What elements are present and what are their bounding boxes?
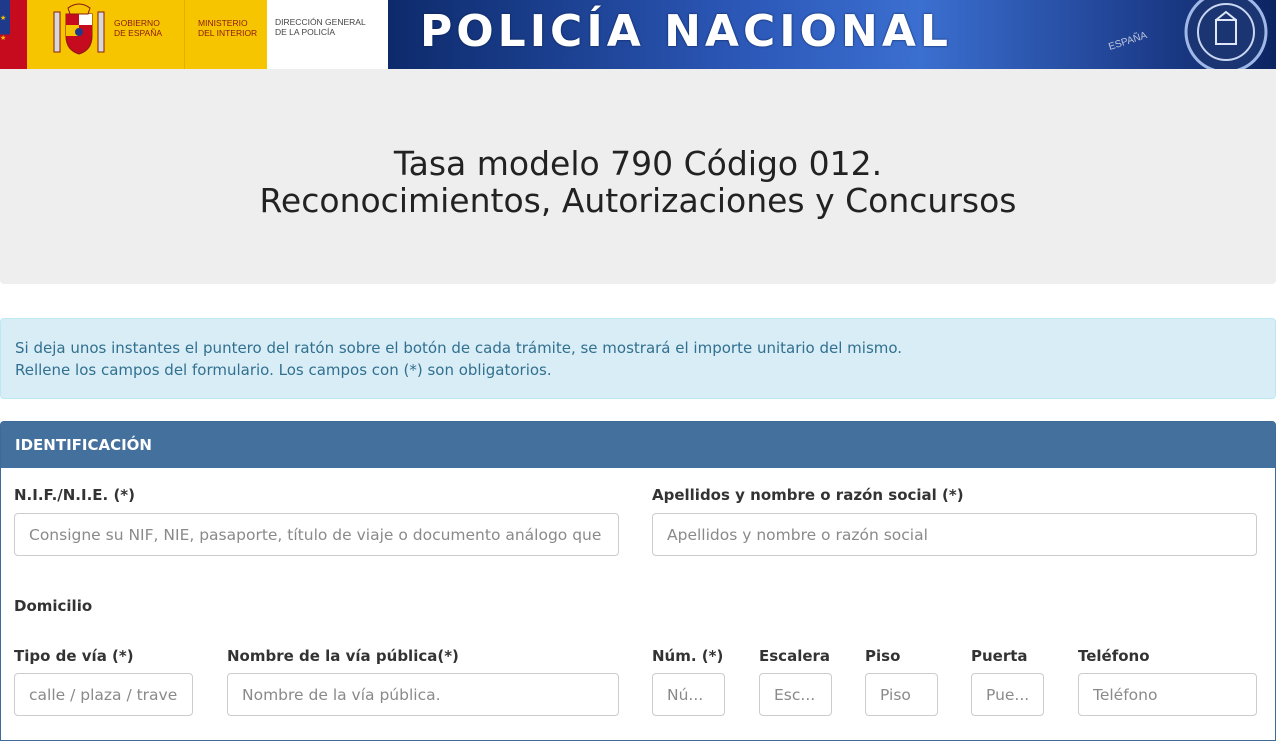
- puerta-label: Puerta: [971, 647, 1028, 665]
- info-alert: Si deja unos instantes el puntero del ra…: [0, 318, 1276, 399]
- ministerio-text: Ministerio del Interior: [198, 18, 257, 38]
- gobierno-line2: de España: [114, 28, 163, 38]
- dg-line2: de la Policía: [275, 27, 335, 37]
- puerta-input[interactable]: [971, 673, 1044, 716]
- identificacion-heading: IDENTIFICACIÓN: [1, 422, 1275, 468]
- badge-label: ESPAÑA: [1107, 30, 1149, 53]
- policia-nacional-title: POLICÍA NACIONAL: [420, 6, 952, 57]
- gobierno-text: Gobierno de España: [114, 18, 162, 38]
- nombre-label: Apellidos y nombre o razón social (*): [652, 486, 964, 504]
- ministerio-line2: del Interior: [198, 28, 258, 38]
- page-title-line1: Tasa modelo 790 Código 012.: [393, 144, 883, 183]
- direccion-general-text: Dirección General de la Policía: [275, 17, 366, 37]
- escalera-input[interactable]: [759, 673, 832, 716]
- telefono-input[interactable]: [1078, 673, 1257, 716]
- num-label: Núm. (*): [652, 647, 724, 665]
- nif-label: N.I.F./N.I.E. (*): [14, 486, 136, 504]
- dg-line1: Dirección General: [275, 17, 366, 27]
- nombre-input[interactable]: [652, 513, 1257, 556]
- alert-line1: Si deja unos instantes el puntero del ra…: [15, 339, 903, 357]
- flag-red-band: [10, 0, 27, 69]
- identificacion-panel: IDENTIFICACIÓN N.I.F./N.I.E. (*) Apellid…: [0, 421, 1276, 741]
- separator: [184, 0, 185, 69]
- header-banner: Gobierno de España Ministerio del Interi…: [0, 0, 1276, 69]
- page-title-line2: Reconocimientos, Autorizaciones y Concur…: [259, 181, 1017, 220]
- piso-input[interactable]: [865, 673, 938, 716]
- telefono-label: Teléfono: [1078, 647, 1150, 665]
- escalera-label: Escalera: [759, 647, 831, 665]
- num-input[interactable]: [652, 673, 725, 716]
- policia-nacional-banner: POLICÍA NACIONAL ESPAÑA: [388, 0, 1276, 69]
- direccion-general-block: Dirección General de la Policía: [267, 0, 388, 69]
- piso-label: Piso: [865, 647, 901, 665]
- tipo-via-input[interactable]: [14, 673, 193, 716]
- tipo-via-label: Tipo de vía (*): [14, 647, 134, 665]
- nif-input[interactable]: [14, 513, 619, 556]
- gobierno-line1: Gobierno: [114, 18, 160, 28]
- ministerio-line1: Ministerio: [198, 18, 248, 28]
- domicilio-label: Domicilio: [14, 597, 93, 615]
- via-label: Nombre de la vía pública(*): [227, 647, 459, 665]
- eu-flag-strip: [0, 0, 10, 69]
- page-title-panel: Tasa modelo 790 Código 012. Reconocimien…: [0, 69, 1276, 284]
- page-title: Tasa modelo 790 Código 012. Reconocimien…: [0, 145, 1276, 219]
- via-input[interactable]: [227, 673, 619, 716]
- police-badge-icon: [1184, 0, 1268, 69]
- alert-line2: Rellene los campos del formulario. Los c…: [15, 361, 552, 379]
